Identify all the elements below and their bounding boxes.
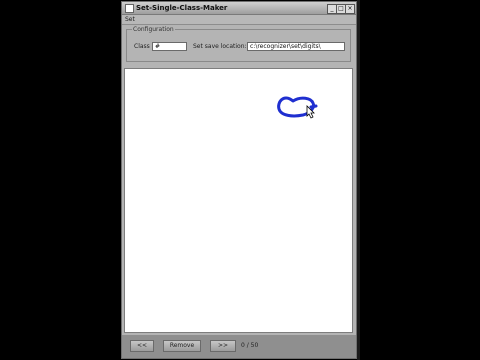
previous-button[interactable]: << (130, 340, 154, 352)
close-button[interactable]: × (345, 4, 355, 14)
window-title: Set-Single-Class-Maker (136, 4, 228, 12)
remove-button[interactable]: Remove (163, 340, 201, 352)
save-location-label: Set save location: (193, 43, 247, 50)
app-icon (125, 4, 134, 13)
sample-counter: 0 / 50 (241, 342, 259, 349)
screen-edge (357, 0, 360, 360)
drawing-surface (277, 96, 318, 119)
menu-item-set[interactable]: Set (125, 15, 135, 24)
menu-bar: Set (122, 15, 356, 25)
app-window: Set-Single-Class-Maker _ □ × Set Configu… (121, 1, 357, 359)
save-location-input[interactable]: c:\recognizer\set\digits\ (247, 42, 345, 51)
group-title: Configuration (132, 25, 175, 34)
configuration-group: Configuration Class # Set save location:… (126, 25, 351, 62)
drawing-canvas[interactable] (124, 68, 353, 333)
class-input[interactable]: # (152, 42, 187, 51)
class-label: Class (134, 43, 150, 50)
bottom-toolbar: << Remove >> 0 / 50 (122, 335, 356, 358)
next-button[interactable]: >> (210, 340, 236, 352)
title-bar[interactable]: Set-Single-Class-Maker _ □ × (122, 2, 356, 15)
